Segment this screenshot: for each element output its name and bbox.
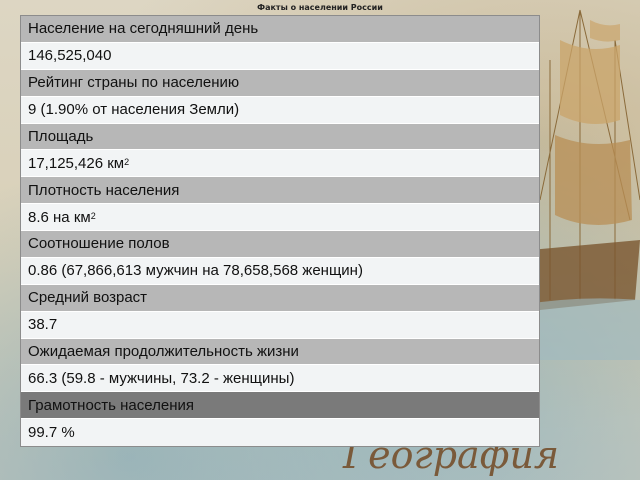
fact-value-life-expectancy: 66.3 (59.8 - мужчины, 73.2 - женщины) xyxy=(21,365,539,393)
fact-value-rank: 9 (1.90% от населения Земли) xyxy=(21,96,539,124)
slide-title: Факты о населении России xyxy=(257,3,383,12)
fact-value-sex-ratio: 0.86 (67,866,613 мужчин на 78,658,568 же… xyxy=(21,257,539,285)
fact-label-density: Плотность населения xyxy=(21,177,539,205)
fact-label-literacy: Грамотность населения xyxy=(21,392,539,420)
fact-value-population: 146,525,040 xyxy=(21,42,539,70)
fact-value-area: 17,125,426 км 2 xyxy=(21,150,539,178)
fact-value-density-text: 8.6 на км xyxy=(28,208,91,226)
fact-label-life-expectancy: Ожидаемая продолжительность жизни xyxy=(21,338,539,366)
fact-label-rank: Рейтинг страны по населению xyxy=(21,69,539,97)
fact-label-population: Население на сегодняшний день xyxy=(21,16,539,43)
fact-value-literacy: 99.7 % xyxy=(21,419,539,446)
fact-label-sex-ratio: Соотношение полов xyxy=(21,231,539,258)
fact-value-density: 8.6 на км 2 xyxy=(21,204,539,231)
fact-label-median-age: Средний возраст xyxy=(21,284,539,312)
fact-value-area-text: 17,125,426 км xyxy=(28,154,125,172)
fact-value-median-age: 38.7 xyxy=(21,311,539,339)
fact-label-area: Площадь xyxy=(21,123,539,151)
facts-table: Население на сегодняшний день 146,525,04… xyxy=(20,15,540,447)
